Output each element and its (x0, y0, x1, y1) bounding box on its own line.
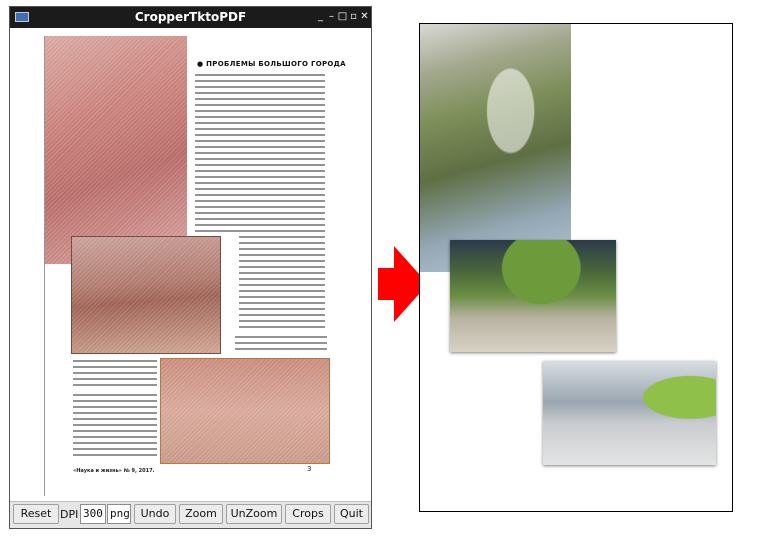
caption-text (235, 336, 327, 352)
output-interior-photo (543, 361, 716, 465)
title-bar: CropperTktoPDF _ – □ ▫ ✕ (10, 7, 371, 28)
dpi-input[interactable]: 300 (80, 504, 106, 524)
crops-button[interactable]: Crops (285, 504, 331, 524)
maximize-icon[interactable]: □ (337, 10, 348, 23)
output-green-roof-photo (450, 240, 616, 352)
page-number: 3 (307, 465, 312, 473)
close-icon[interactable]: ✕ (359, 10, 370, 23)
page-footer: «Наука и жизнь» № 9, 2017. (73, 468, 155, 474)
text-column-wrap (239, 236, 325, 330)
crop-region-aerial-photo[interactable] (45, 36, 187, 264)
app-window: CropperTktoPDF _ – □ ▫ ✕ ● ПРОБЛЕМЫ БОЛЬ… (9, 6, 372, 529)
text-column-left (73, 394, 157, 460)
crop-region-interior-photo[interactable] (160, 358, 330, 464)
zoom-button[interactable]: Zoom (179, 504, 223, 524)
output-preview-page (419, 23, 733, 512)
undo-button[interactable]: Undo (134, 504, 176, 524)
minimize-icon[interactable]: _ (315, 10, 326, 23)
restore-icon[interactable]: ▫ (348, 10, 359, 23)
output-aerial-photo (420, 24, 571, 272)
unzoom-button[interactable]: UnZoom (226, 504, 282, 524)
shade-icon[interactable]: – (326, 10, 337, 23)
quit-button[interactable]: Quit (334, 504, 369, 524)
text-column-right (195, 74, 325, 232)
article-headline: ● ПРОБЛЕМЫ БОЛЬШОГО ГОРОДА (197, 60, 346, 68)
page-canvas[interactable]: ● ПРОБЛЕМЫ БОЛЬШОГО ГОРОДА «Наука и жизн… (10, 28, 371, 503)
dpi-label: DPI (60, 508, 79, 521)
reset-button[interactable]: Reset (13, 504, 59, 524)
bottom-toolbar: Reset DPI 300 png Undo Zoom UnZoom Crops… (10, 501, 371, 528)
caption-left (73, 360, 157, 386)
format-input[interactable]: png (107, 504, 131, 524)
scanned-page[interactable]: ● ПРОБЛЕМЫ БОЛЬШОГО ГОРОДА «Наука и жизн… (44, 36, 346, 496)
crop-region-green-roof-photo[interactable] (71, 236, 221, 354)
